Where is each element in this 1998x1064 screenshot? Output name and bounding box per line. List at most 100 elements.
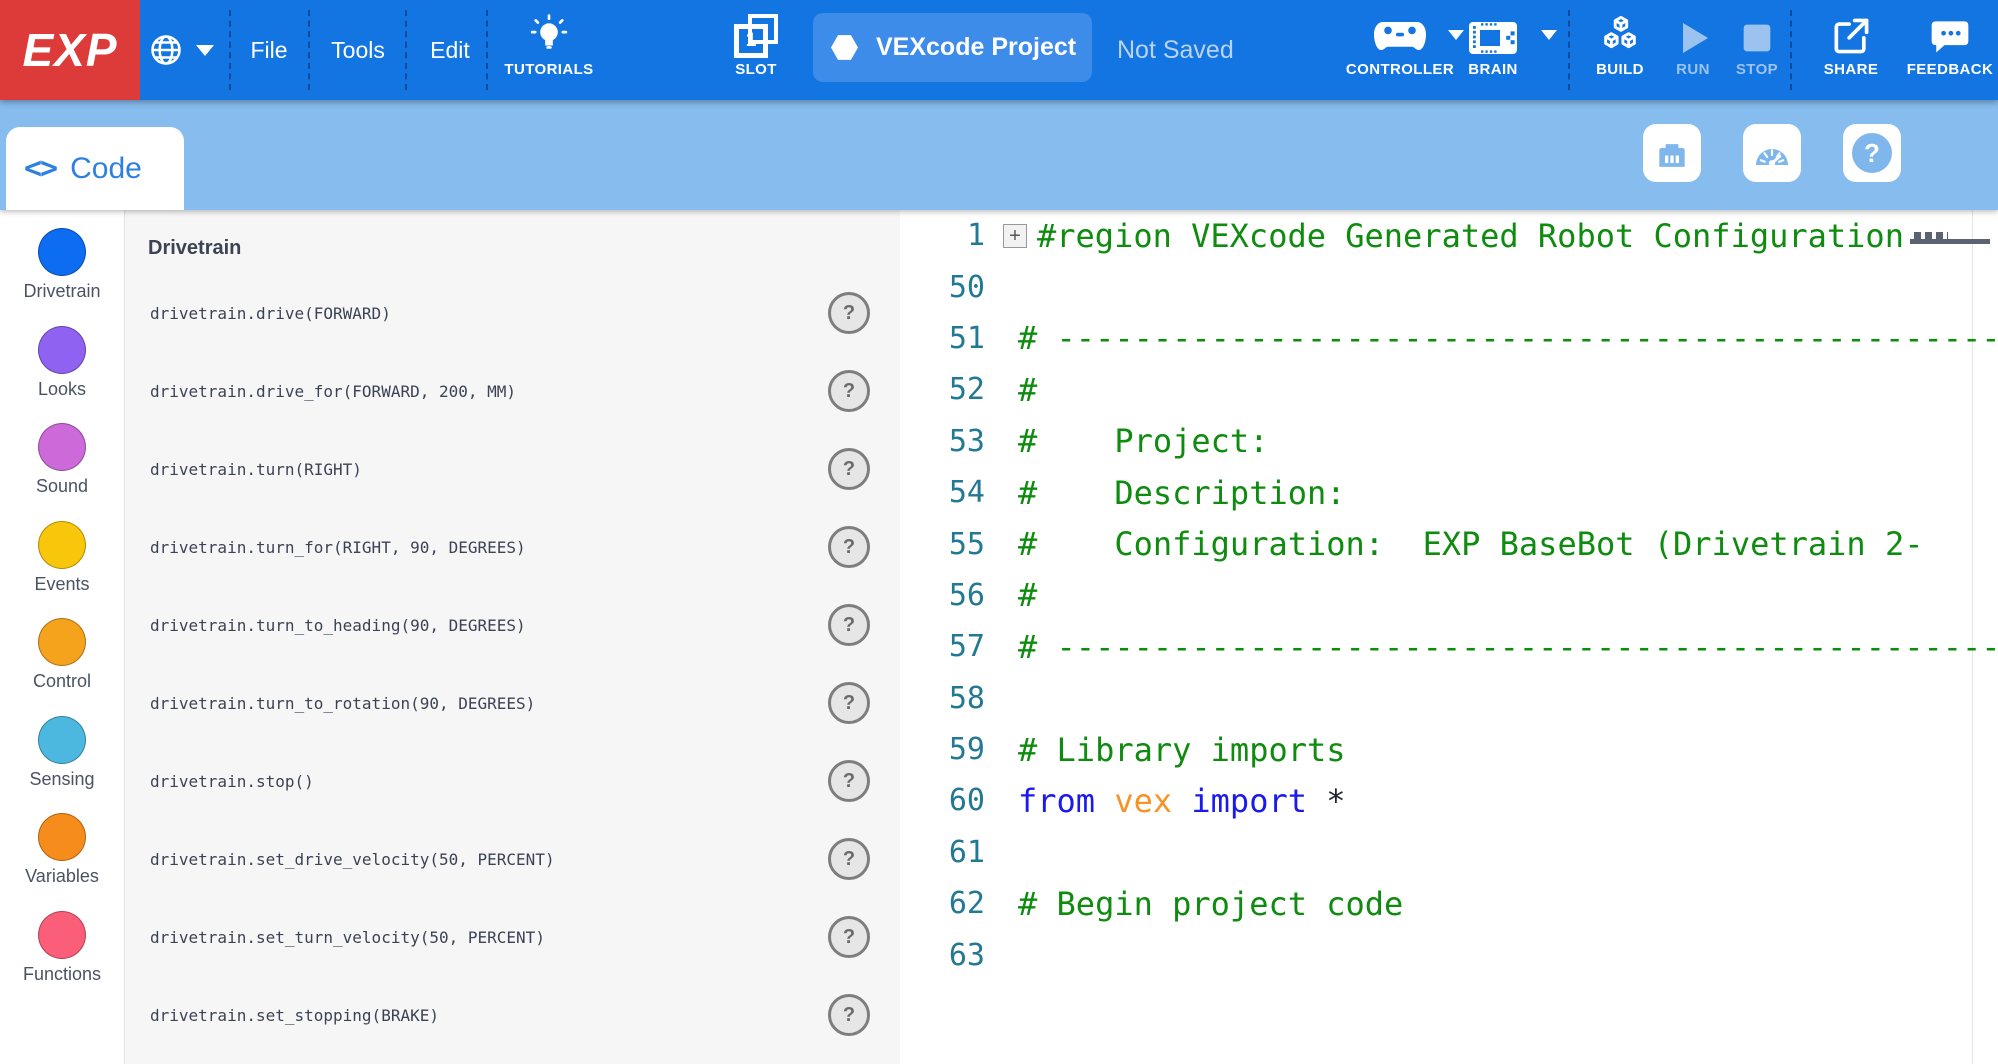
category-color-dot xyxy=(38,716,86,764)
toolbar-separator xyxy=(405,10,407,90)
language-menu-button[interactable] xyxy=(148,0,214,100)
code-token: # Library imports xyxy=(1018,731,1346,769)
line-number: 52 xyxy=(900,372,997,407)
editor-line: 62# Begin project code xyxy=(900,878,1998,929)
command-text[interactable]: drivetrain.drive(FORWARD) xyxy=(150,304,391,323)
command-row: drivetrain.set_turn_velocity(50, PERCENT… xyxy=(125,898,900,976)
code-token: # xyxy=(1018,576,1037,614)
category-color-dot xyxy=(38,813,86,861)
editor-lines: 1+#region VEXcode Generated Robot Config… xyxy=(900,210,1998,981)
sidebar-item-variables[interactable]: Variables xyxy=(0,809,124,907)
tab-code[interactable]: <> Code xyxy=(6,127,184,210)
editor-line: 56# xyxy=(900,570,1998,621)
menu-file[interactable]: File xyxy=(250,0,287,100)
sidebar-item-sound[interactable]: Sound xyxy=(0,419,124,517)
command-row: drivetrain.turn_for(RIGHT, 90, DEGREES)? xyxy=(125,508,900,586)
tutorials-button[interactable]: TUTORIALS xyxy=(484,0,614,100)
command-help-button[interactable]: ? xyxy=(828,370,870,412)
command-text[interactable]: drivetrain.drive_for(FORWARD, 200, MM) xyxy=(150,382,516,401)
sidebar-item-functions[interactable]: Functions xyxy=(0,907,124,1005)
palette-heading: Drivetrain xyxy=(148,234,900,262)
slot-label: SLOT xyxy=(735,61,777,78)
line-number: 1 xyxy=(900,218,997,253)
fold-toggle-icon[interactable]: + xyxy=(1003,224,1027,248)
sidebar-item-sensing[interactable]: Sensing xyxy=(0,712,124,810)
command-text[interactable]: drivetrain.turn_to_rotation(90, DEGREES) xyxy=(150,694,535,713)
code-token xyxy=(1095,782,1114,820)
share-label: SHARE xyxy=(1824,61,1879,78)
slot-icon: 1 xyxy=(734,14,778,58)
command-text[interactable]: drivetrain.turn_for(RIGHT, 90, DEGREES) xyxy=(150,538,526,557)
editor-line: 50 xyxy=(900,261,1998,312)
project-name-button[interactable]: VEXcode Project xyxy=(813,13,1092,82)
editor-line: 1+#region VEXcode Generated Robot Config… xyxy=(900,210,1998,261)
monitor-gauge-button[interactable] xyxy=(1743,124,1801,182)
collapsed-region-marker[interactable] xyxy=(1910,228,1990,244)
command-list: drivetrain.drive(FORWARD)?drivetrain.dri… xyxy=(125,274,900,1054)
line-number: 59 xyxy=(900,732,997,767)
brain-button[interactable]: BRAIN xyxy=(1428,0,1558,100)
toolbar-separator xyxy=(308,10,310,90)
command-text[interactable]: drivetrain.turn(RIGHT) xyxy=(150,460,362,479)
line-number: 51 xyxy=(900,321,997,356)
tab-bar: <> Code ? xyxy=(0,100,1998,210)
line-content: # --------------------------------------… xyxy=(997,628,1998,666)
code-token xyxy=(1307,782,1326,820)
command-help-button[interactable]: ? xyxy=(828,916,870,958)
editor-line: 59 # Library imports xyxy=(900,724,1998,775)
slot-button[interactable]: 1 SLOT xyxy=(691,0,821,100)
command-help-button[interactable]: ? xyxy=(828,838,870,880)
brain-label: BRAIN xyxy=(1468,61,1518,78)
command-help-button[interactable]: ? xyxy=(828,292,870,334)
code-token: vex xyxy=(1114,782,1172,820)
command-row: drivetrain.drive_for(FORWARD, 200, MM)? xyxy=(125,352,900,430)
menu-tools[interactable]: Tools xyxy=(331,0,385,100)
code-token: from xyxy=(1018,782,1095,820)
command-help-button[interactable]: ? xyxy=(828,448,870,490)
editor-line: 55# Configuration: EXP BaseBot (Drivetra… xyxy=(900,518,1998,569)
command-row: drivetrain.drive(FORWARD)? xyxy=(125,274,900,352)
command-help-button[interactable]: ? xyxy=(828,760,870,802)
command-text[interactable]: drivetrain.set_turn_velocity(50, PERCENT… xyxy=(150,928,545,947)
sidebar-item-label: Looks xyxy=(38,379,86,400)
feedback-bubble-icon xyxy=(1928,14,1972,58)
command-help-button[interactable]: ? xyxy=(828,994,870,1036)
command-text[interactable]: drivetrain.turn_to_heading(90, DEGREES) xyxy=(150,616,526,635)
line-content: # xyxy=(997,371,1037,409)
code-token: # --------------------------------------… xyxy=(1018,319,1998,357)
sidebar-item-drivetrain[interactable]: Drivetrain xyxy=(0,224,124,322)
command-palette: Drivetrain drivetrain.drive(FORWARD)?dri… xyxy=(125,210,900,1064)
line-number: 60 xyxy=(900,783,997,818)
code-token: # xyxy=(1018,371,1037,409)
line-number: 58 xyxy=(900,681,997,716)
sidebar-item-control[interactable]: Control xyxy=(0,614,124,712)
device-info-button[interactable] xyxy=(1643,124,1701,182)
sidebar-item-label: Functions xyxy=(23,964,101,985)
feedback-button[interactable]: FEEDBACK xyxy=(1885,0,1998,100)
sidebar-item-looks[interactable]: Looks xyxy=(0,322,124,420)
menu-edit[interactable]: Edit xyxy=(430,0,470,100)
category-color-dot xyxy=(38,521,86,569)
category-color-dot xyxy=(38,911,86,959)
language-caret-icon xyxy=(196,45,214,56)
sidebar-item-events[interactable]: Events xyxy=(0,517,124,615)
line-content: # Description: xyxy=(997,474,1346,512)
command-help-button[interactable]: ? xyxy=(828,682,870,724)
category-color-dot xyxy=(38,423,86,471)
command-help-button[interactable]: ? xyxy=(828,526,870,568)
help-question-icon: ? xyxy=(1852,133,1892,173)
command-row: drivetrain.set_drive_velocity(50, PERCEN… xyxy=(125,820,900,898)
code-token: # Project: xyxy=(1018,422,1268,460)
command-text[interactable]: drivetrain.set_drive_velocity(50, PERCEN… xyxy=(150,850,555,869)
command-help-button[interactable]: ? xyxy=(828,604,870,646)
feedback-label: FEEDBACK xyxy=(1907,61,1994,78)
category-color-dot xyxy=(38,228,86,276)
code-token: import xyxy=(1191,782,1307,820)
command-text[interactable]: drivetrain.set_stopping(BRAKE) xyxy=(150,1006,439,1025)
tutorials-label: TUTORIALS xyxy=(504,61,593,78)
editor-line: 60from vex import * xyxy=(900,775,1998,826)
command-text[interactable]: drivetrain.stop() xyxy=(150,772,314,791)
share-export-icon xyxy=(1829,14,1873,58)
help-button[interactable]: ? xyxy=(1843,124,1901,182)
code-editor[interactable]: 1+#region VEXcode Generated Robot Config… xyxy=(900,210,1998,1064)
